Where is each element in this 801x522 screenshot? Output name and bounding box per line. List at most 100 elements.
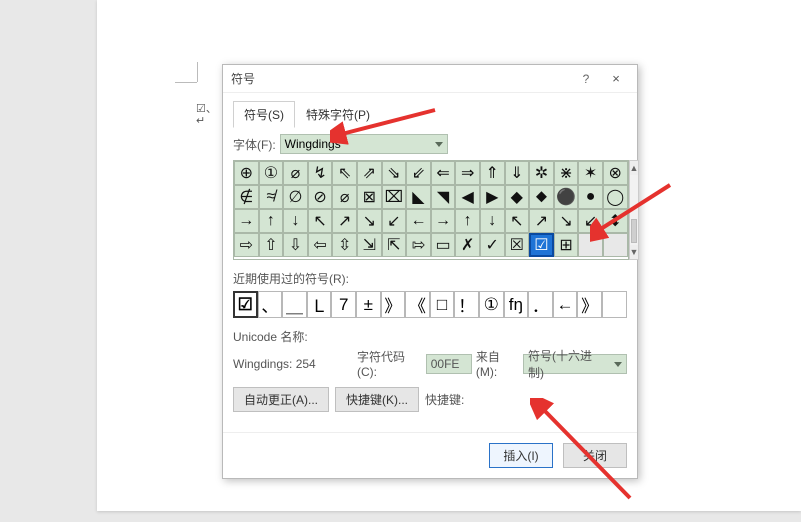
symbol-cell[interactable]: ⇗	[357, 161, 382, 185]
recent-symbol-cell[interactable]: 》	[381, 291, 406, 318]
char-code-field[interactable]: 00FE	[426, 354, 472, 374]
symbol-cell[interactable]: ⊕	[234, 161, 259, 185]
recent-symbol-cell[interactable]: □	[430, 291, 455, 318]
recent-symbol-cell[interactable]: ±	[356, 291, 381, 318]
symbol-cell[interactable]: ⇐	[431, 161, 456, 185]
symbol-cell[interactable]: ⇩	[283, 233, 308, 257]
scrollbar-thumb[interactable]	[631, 219, 638, 243]
symbol-cell[interactable]: ⬥	[529, 185, 554, 209]
symbol-cell[interactable]: ⇳	[332, 233, 357, 257]
symbol-cell[interactable]: ↘	[357, 209, 382, 233]
symbol-cell[interactable]: ✶	[578, 161, 603, 185]
scroll-up-icon[interactable]: ▲	[630, 161, 639, 175]
symbol-cell[interactable]: ⇖	[332, 161, 357, 185]
symbol-cell[interactable]: ≉	[259, 185, 284, 209]
symbol-cell[interactable]: ◯	[603, 185, 628, 209]
symbol-cell[interactable]: ⇒	[455, 161, 480, 185]
symbol-cell[interactable]	[578, 233, 603, 257]
symbol-cell[interactable]: ↖	[505, 209, 530, 233]
symbol-cell[interactable]: ↑	[259, 209, 284, 233]
symbol-cell[interactable]: ⊞	[554, 233, 579, 257]
insert-button[interactable]: 插入(I)	[489, 443, 553, 468]
recent-symbols: ☑、＿Ｌ7±》《□！①fŋ．←》	[233, 291, 627, 318]
symbol-cell[interactable]: ⇓	[505, 161, 530, 185]
shortcut-button[interactable]: 快捷键(K)...	[335, 387, 419, 412]
recent-symbol-cell[interactable]: Ｌ	[307, 291, 332, 318]
symbol-cell[interactable]: ◆	[505, 185, 530, 209]
symbol-cell[interactable]: ↓	[480, 209, 505, 233]
symbol-cell[interactable]: ↘	[554, 209, 579, 233]
symbol-cell[interactable]: ⇧	[259, 233, 284, 257]
symbol-cell[interactable]: ⊘	[308, 185, 333, 209]
symbol-cell[interactable]: ▭	[431, 233, 456, 257]
recent-symbol-cell[interactable]: 、	[258, 291, 283, 318]
help-button[interactable]: ?	[571, 72, 601, 86]
symbol-cell[interactable]: ∅	[283, 185, 308, 209]
symbol-cell[interactable]: ⬍	[603, 209, 628, 233]
symbol-cell[interactable]: ⊠	[357, 185, 382, 209]
symbol-cell[interactable]: ∉	[234, 185, 259, 209]
symbol-cell[interactable]: ⌀	[283, 161, 308, 185]
tab-special-chars[interactable]: 特殊字符(P)	[295, 101, 381, 128]
recent-symbol-cell[interactable]: 7	[331, 291, 356, 318]
symbol-cell[interactable]: ●	[578, 185, 603, 209]
unicode-name-label: Unicode 名称:	[233, 328, 627, 345]
close-dialog-button[interactable]: 关闭	[563, 443, 627, 468]
recent-symbol-cell[interactable]: 《	[405, 291, 430, 318]
symbol-cell[interactable]: ↙	[382, 209, 407, 233]
symbol-cell[interactable]	[603, 233, 628, 257]
symbol-cell[interactable]: ⇱	[382, 233, 407, 257]
recent-symbol-cell[interactable]: 》	[577, 291, 602, 318]
symbol-cell[interactable]: ⇲	[357, 233, 382, 257]
symbol-cell[interactable]: ▶	[480, 185, 505, 209]
symbol-cell[interactable]: ⌧	[382, 185, 407, 209]
dialog-titlebar[interactable]: 符号 ? ×	[223, 65, 637, 93]
recent-symbol-cell[interactable]	[602, 291, 627, 318]
recent-symbol-cell[interactable]: ←	[553, 291, 578, 318]
symbol-cell[interactable]: ◥	[431, 185, 456, 209]
symbol-cell[interactable]: ✗	[455, 233, 480, 257]
recent-symbol-cell[interactable]: ．	[528, 291, 553, 318]
symbol-cell[interactable]: ☑	[529, 233, 554, 257]
from-label: 来自(M):	[476, 348, 519, 379]
recent-symbol-cell[interactable]: ！	[454, 291, 479, 318]
close-button[interactable]: ×	[601, 71, 631, 86]
symbol-cell[interactable]: ✲	[529, 161, 554, 185]
symbol-cell[interactable]: ◣	[406, 185, 431, 209]
symbol-cell[interactable]: ↙	[578, 209, 603, 233]
symbol-cell[interactable]: ⋇	[554, 161, 579, 185]
recent-symbol-cell[interactable]: ①	[479, 291, 504, 318]
symbol-cell[interactable]: ☒	[505, 233, 530, 257]
symbol-cell[interactable]: ⇰	[406, 233, 431, 257]
recent-label: 近期使用过的符号(R):	[233, 270, 627, 287]
font-select[interactable]: Wingdings	[280, 134, 448, 154]
symbol-cell[interactable]: ↖	[308, 209, 333, 233]
symbol-cell[interactable]: ←	[406, 209, 431, 233]
symbol-cell[interactable]: ①	[259, 161, 284, 185]
symbol-cell[interactable]: ⇑	[480, 161, 505, 185]
symbol-cell[interactable]: ↑	[455, 209, 480, 233]
symbol-cell[interactable]: ⇦	[308, 233, 333, 257]
symbol-cell[interactable]: ↗	[529, 209, 554, 233]
symbol-cell[interactable]: ◀	[455, 185, 480, 209]
recent-symbol-cell[interactable]: ☑	[233, 291, 258, 318]
symbol-cell[interactable]: ↯	[308, 161, 333, 185]
symbol-cell[interactable]: →	[431, 209, 456, 233]
recent-symbol-cell[interactable]: fŋ	[504, 291, 529, 318]
from-select[interactable]: 符号(十六进制)	[523, 354, 627, 374]
symbol-cell[interactable]: ↗	[332, 209, 357, 233]
recent-symbol-cell[interactable]: ＿	[282, 291, 307, 318]
symbol-cell[interactable]: ⊗	[603, 161, 628, 185]
symbol-cell[interactable]: ⇨	[234, 233, 259, 257]
symbol-cell[interactable]: ⇘	[382, 161, 407, 185]
autocorrect-button[interactable]: 自动更正(A)...	[233, 387, 329, 412]
symbol-cell[interactable]: ✓	[480, 233, 505, 257]
symbol-cell[interactable]: ⌀	[332, 185, 357, 209]
scroll-down-icon[interactable]: ▼	[630, 245, 639, 259]
tab-symbols[interactable]: 符号(S)	[233, 101, 295, 128]
grid-scrollbar[interactable]: ▲ ▼	[629, 160, 640, 260]
symbol-cell[interactable]: ⇙	[406, 161, 431, 185]
symbol-cell[interactable]: ↓	[283, 209, 308, 233]
symbol-cell[interactable]: ⚫	[554, 185, 579, 209]
symbol-cell[interactable]: →	[234, 209, 259, 233]
